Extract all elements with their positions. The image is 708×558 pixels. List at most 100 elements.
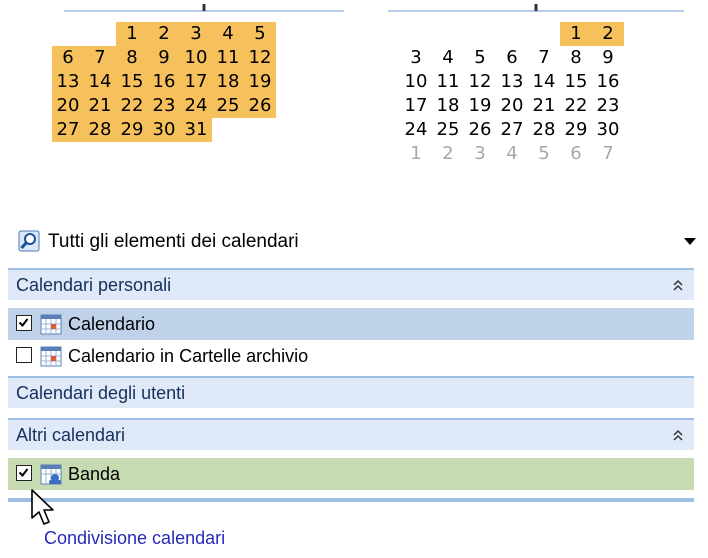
calendar-item-archive[interactable]: Calendario in Cartelle archivio (8, 340, 694, 372)
calendar-day[interactable]: 4 (432, 46, 464, 70)
checkbox-checked[interactable] (16, 465, 32, 481)
collapse-chevron-icon[interactable] (672, 278, 684, 292)
calendar-day[interactable]: 14 (84, 70, 116, 94)
collapse-chevron-icon[interactable] (672, 428, 684, 442)
section-users-label: Calendari degli utenti (16, 383, 186, 403)
calendar-day[interactable]: 1 (400, 142, 432, 166)
shared-calendar-icon (40, 464, 62, 485)
share-calendars-link[interactable]: Condivisione calendari (44, 528, 225, 549)
calendar-day[interactable]: 1 (116, 22, 148, 46)
calendar-day[interactable]: 15 (560, 70, 592, 94)
calendar-day[interactable]: 26 (244, 94, 276, 118)
calendar-day[interactable]: 26 (464, 118, 496, 142)
calendar-day[interactable]: 6 (496, 46, 528, 70)
calendar-day[interactable]: 4 (496, 142, 528, 166)
calendar-day[interactable]: 5 (528, 142, 560, 166)
calendar-empty-cell (400, 22, 432, 46)
calendar-day[interactable]: 15 (116, 70, 148, 94)
calendar-item-label: Calendario in Cartelle archivio (68, 346, 309, 366)
calendar-day[interactable]: 12 (464, 70, 496, 94)
checkmark-icon (18, 468, 29, 478)
calendar-day[interactable]: 28 (528, 118, 560, 142)
calendar-day[interactable]: 12 (244, 46, 276, 70)
calendar-day[interactable]: 16 (148, 70, 180, 94)
calendar-day[interactable]: 17 (400, 94, 432, 118)
calendar-day[interactable]: 29 (560, 118, 592, 142)
calendar-day[interactable]: 2 (432, 142, 464, 166)
calendar-day[interactable]: 20 (496, 94, 528, 118)
calendar-day[interactable]: 25 (212, 94, 244, 118)
calendar-day[interactable]: 4 (212, 22, 244, 46)
calendar-day[interactable]: 14 (528, 70, 560, 94)
magnifier-icon (18, 230, 40, 252)
right-month-grid: 1 2 3 4 5 6 7 8 9 10 11 12 13 14 15 16 17 18 19 20 21 22 23 24 2… (400, 22, 624, 166)
dropdown-arrow-icon[interactable] (684, 238, 696, 245)
checkbox-unchecked[interactable] (16, 347, 32, 363)
calendar-day[interactable]: 18 (212, 70, 244, 94)
calendar-day[interactable]: 13 (52, 70, 84, 94)
calendar-day[interactable]: 7 (528, 46, 560, 70)
calendar-day[interactable]: 28 (84, 118, 116, 142)
calendar-day[interactable]: 17 (180, 70, 212, 94)
calendar-day[interactable]: 22 (116, 94, 148, 118)
calendar-day[interactable]: 1 (560, 22, 592, 46)
section-other-calendars[interactable]: Altri calendari (8, 418, 694, 450)
calendar-day[interactable]: 20 (52, 94, 84, 118)
calendar-day[interactable]: 11 (432, 70, 464, 94)
calendar-day[interactable]: 16 (592, 70, 624, 94)
calendar-day[interactable]: 2 (592, 22, 624, 46)
calendar-empty-cell (212, 118, 244, 142)
calendar-day[interactable]: 9 (148, 46, 180, 70)
calendar-day[interactable]: 30 (592, 118, 624, 142)
calendar-day[interactable]: 22 (560, 94, 592, 118)
calendar-day[interactable]: 2 (148, 22, 180, 46)
section-user-calendars[interactable]: Calendari degli utenti (8, 376, 694, 408)
section-personal-calendars[interactable]: Calendari personali (8, 268, 694, 300)
calendar-day[interactable]: 21 (84, 94, 116, 118)
calendar-day[interactable]: 19 (464, 94, 496, 118)
calendar-day[interactable]: 29 (116, 118, 148, 142)
month-header-mark (202, 4, 206, 11)
calendar-day[interactable]: 8 (116, 46, 148, 70)
calendar-day[interactable]: 13 (496, 70, 528, 94)
calendar-empty-cell (464, 22, 496, 46)
calendar-day[interactable]: 23 (592, 94, 624, 118)
calendar-day[interactable]: 27 (52, 118, 84, 142)
calendar-day[interactable]: 19 (244, 70, 276, 94)
calendar-day[interactable]: 21 (528, 94, 560, 118)
calendar-day[interactable]: 7 (592, 142, 624, 166)
calendar-day[interactable]: 10 (400, 70, 432, 94)
calendar-day[interactable]: 11 (212, 46, 244, 70)
calendar-item-calendario[interactable]: Calendario (8, 308, 694, 340)
calendar-item-label: Calendario (68, 314, 156, 334)
calendar-item-banda[interactable]: Banda (8, 458, 694, 490)
month-header-mark (534, 4, 538, 11)
calendar-day[interactable]: 31 (180, 118, 212, 142)
calendar-day[interactable]: 24 (180, 94, 212, 118)
calendar-day[interactable]: 3 (400, 46, 432, 70)
calendar-day[interactable]: 6 (52, 46, 84, 70)
calendar-day[interactable]: 3 (180, 22, 212, 46)
calendar-grid-icon (40, 314, 62, 335)
calendar-empty-cell (496, 22, 528, 46)
calendar-day[interactable]: 30 (148, 118, 180, 142)
calendar-day[interactable]: 23 (148, 94, 180, 118)
calendar-day[interactable]: 3 (464, 142, 496, 166)
calendar-day[interactable]: 18 (432, 94, 464, 118)
calendar-day[interactable]: 5 (464, 46, 496, 70)
calendar-day[interactable]: 6 (560, 142, 592, 166)
calendar-item-label: Banda (68, 464, 121, 484)
calendar-day[interactable]: 8 (560, 46, 592, 70)
section-personal-label: Calendari personali (16, 275, 172, 295)
checkbox-checked[interactable] (16, 315, 32, 331)
right-month-header-rule (388, 4, 684, 12)
calendar-day[interactable]: 10 (180, 46, 212, 70)
calendar-day[interactable]: 24 (400, 118, 432, 142)
calendar-empty-cell (432, 22, 464, 46)
calendar-view-selector[interactable]: Tutti gli elementi dei calendari (8, 224, 704, 260)
calendar-day[interactable]: 9 (592, 46, 624, 70)
calendar-day[interactable]: 25 (432, 118, 464, 142)
calendar-day[interactable]: 27 (496, 118, 528, 142)
calendar-day[interactable]: 5 (244, 22, 276, 46)
calendar-day[interactable]: 7 (84, 46, 116, 70)
